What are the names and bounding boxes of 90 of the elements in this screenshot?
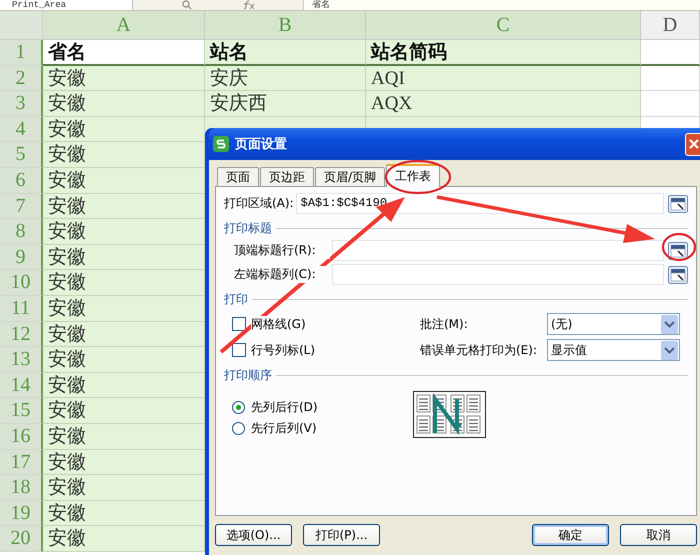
table-cell: AQX (366, 91, 641, 117)
table-cell: 安徽 (43, 296, 205, 322)
table-cell: 安徽 (43, 116, 205, 142)
row-header[interactable]: 8 (0, 219, 43, 245)
table-cell: 安徽 (43, 526, 205, 552)
tab[interactable]: 工作表 (386, 164, 440, 187)
table-cell: 安徽 (43, 398, 205, 424)
table-cell: 安徽 (43, 450, 205, 476)
row-header[interactable]: 20 (0, 526, 43, 552)
row-header[interactable]: 12 (0, 322, 43, 348)
table-cell: 安徽 (43, 424, 205, 450)
input-field[interactable] (332, 240, 664, 261)
row-header[interactable]: 19 (0, 500, 43, 526)
row-header[interactable]: 6 (0, 168, 43, 194)
tab[interactable]: 页眉/页脚 (315, 167, 386, 186)
table-cell: 安庆 (205, 66, 366, 92)
table-cell: 安徽 (43, 270, 205, 296)
row-header[interactable]: 7 (0, 194, 43, 220)
row-header[interactable]: 18 (0, 475, 43, 501)
table-cell: 安徽 (43, 91, 205, 117)
table-cell: 安徽 (43, 168, 205, 194)
row-header[interactable]: 5 (0, 142, 43, 168)
table-cell: 站名简码 (366, 40, 641, 66)
range-picker-button[interactable] (668, 194, 688, 212)
row-header[interactable]: 11 (0, 296, 43, 322)
table-cell: 安徽 (43, 219, 205, 245)
app-logo-icon (213, 136, 229, 152)
row-header[interactable]: 13 (0, 347, 43, 373)
radio-label: 先列后行(D) (251, 399, 318, 416)
input-field[interactable]: $A$1:$C$4190 (296, 193, 664, 214)
row-header[interactable]: 10 (0, 270, 43, 296)
row-header[interactable]: 3 (0, 91, 43, 117)
range-picker-button[interactable] (668, 242, 688, 260)
radio-label: 先行后列(V) (251, 420, 317, 437)
column-header[interactable]: A (43, 11, 205, 40)
radio-button[interactable] (232, 401, 245, 414)
table-cell: 安徽 (43, 142, 205, 168)
row-header[interactable]: 15 (0, 398, 43, 424)
column-header[interactable]: C (366, 11, 641, 40)
annotation-circle (384, 160, 452, 194)
row-header[interactable]: 14 (0, 372, 43, 398)
table-cell: 安庆西 (205, 91, 366, 117)
range-picker-button[interactable] (668, 266, 688, 284)
tab[interactable]: 页面 (217, 167, 259, 186)
search-icon[interactable] (181, 0, 193, 10)
row-header[interactable]: 2 (0, 66, 43, 92)
table-cell: 安徽 (43, 322, 205, 348)
table-cell: 安徽 (43, 66, 205, 92)
column-header[interactable]: B (205, 11, 366, 40)
dialog-button[interactable]: 确定 (532, 524, 609, 546)
section-heading: 打印 (224, 290, 248, 308)
checkbox[interactable] (232, 317, 246, 331)
table-cell: 省名 (43, 40, 205, 66)
dialog-button[interactable]: 打印(P)... (303, 524, 380, 546)
table-cell: 安徽 (43, 194, 205, 220)
dialog-button[interactable]: 取消 (620, 524, 697, 546)
tab[interactable]: 页边距 (260, 167, 314, 186)
row-header[interactable]: 16 (0, 424, 43, 450)
table-cell: 安徽 (43, 372, 205, 398)
input-field[interactable] (332, 264, 664, 285)
function-icon[interactable] (241, 0, 255, 10)
row-header[interactable]: 9 (0, 244, 43, 270)
dropdown[interactable]: (无) (547, 313, 680, 335)
table-cell: 安徽 (43, 244, 205, 270)
dropdown-value: 显示值 (551, 342, 587, 358)
table-cell: 安徽 (43, 500, 205, 526)
dropdown[interactable]: 显示值 (547, 339, 680, 361)
field-label: 批注(M): (420, 316, 469, 332)
dialog-button[interactable]: 选项(O)... (215, 524, 292, 546)
checkbox-label: 网格线(G) (251, 316, 306, 332)
table-cell: AQI (366, 66, 641, 92)
section-heading: 打印顺序 (224, 366, 272, 384)
checkbox[interactable] (232, 343, 246, 357)
radio-button[interactable] (232, 422, 245, 435)
name-box[interactable]: Print_Area (0, 0, 133, 10)
table-cell: 站名 (205, 40, 366, 66)
dropdown-value: (无) (551, 316, 572, 332)
annotation-circle (662, 232, 696, 262)
column-header[interactable]: D (641, 11, 700, 40)
field-label: 打印区域(A): (224, 195, 294, 212)
checkbox-label: 行号列标(L) (251, 342, 316, 358)
section-heading: 打印标题 (224, 220, 272, 236)
row-header[interactable]: 4 (0, 116, 43, 142)
table-cell: 安徽 (43, 475, 205, 501)
field-label: 错误单元格打印为(E): (420, 342, 538, 358)
table-cell: 安徽 (43, 347, 205, 373)
row-header[interactable]: 1 (0, 40, 43, 66)
row-header[interactable]: 17 (0, 450, 43, 476)
window-title: 页面设置 (235, 136, 288, 153)
field-label: 顶端标题行(R): (234, 242, 330, 259)
